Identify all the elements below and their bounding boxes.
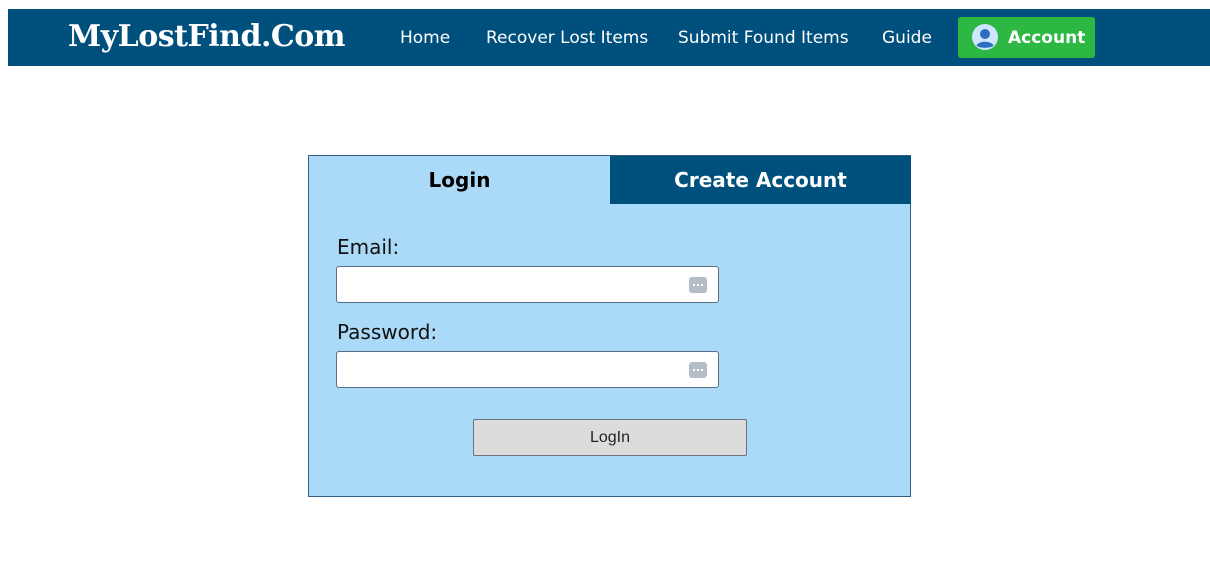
auth-panel: Login Create Account Email: Password: Lo… bbox=[308, 155, 911, 497]
account-button-label: Account bbox=[1008, 28, 1086, 48]
top-navbar: MyLostFind.Com Home Recover Lost Items S… bbox=[8, 9, 1210, 66]
password-manager-icon[interactable] bbox=[689, 277, 707, 293]
password-manager-icon[interactable] bbox=[689, 362, 707, 378]
password-field-wrapper bbox=[336, 351, 719, 388]
nav-home-link[interactable]: Home bbox=[400, 28, 450, 48]
login-button[interactable]: LogIn bbox=[473, 419, 747, 456]
user-avatar-icon bbox=[972, 24, 998, 50]
email-label: Email: bbox=[337, 235, 400, 259]
nav-recover-lost-items-link[interactable]: Recover Lost Items bbox=[486, 28, 648, 48]
password-label: Password: bbox=[337, 320, 438, 344]
nav-submit-found-items-link[interactable]: Submit Found Items bbox=[678, 28, 849, 48]
site-logo[interactable]: MyLostFind.Com bbox=[68, 19, 346, 54]
account-button[interactable]: Account bbox=[958, 17, 1095, 58]
password-field[interactable] bbox=[337, 352, 677, 387]
tab-login[interactable]: Login bbox=[309, 156, 610, 204]
email-field[interactable] bbox=[337, 267, 677, 302]
email-field-wrapper bbox=[336, 266, 719, 303]
nav-guide-link[interactable]: Guide bbox=[882, 28, 932, 48]
tab-create-account[interactable]: Create Account bbox=[610, 156, 911, 204]
